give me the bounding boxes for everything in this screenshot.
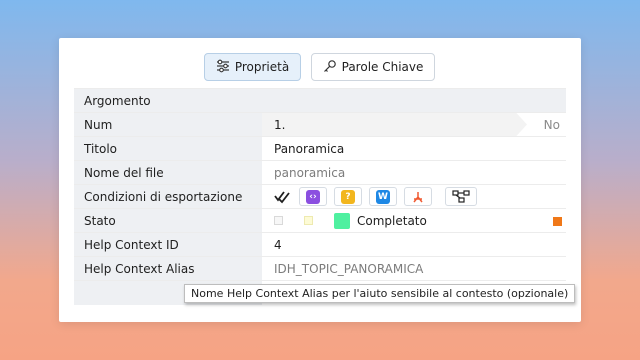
tab-keywords[interactable]: Parole Chiave: [311, 53, 435, 81]
context-alias-value[interactable]: IDH_TOPIC_PANORAMICA: [262, 257, 566, 280]
diagram-icon: [452, 190, 470, 203]
row-stato-label: Stato: [74, 209, 262, 232]
num-value: 1.: [274, 117, 286, 132]
row-export-label: Condizioni di esportazione: [74, 185, 262, 208]
check-all-icon[interactable]: [274, 190, 292, 204]
row-num-label: Num: [74, 113, 262, 136]
row-file-label: Nome del file: [74, 161, 262, 184]
export-word-button[interactable]: W: [369, 187, 397, 206]
stato-marker: [553, 217, 562, 226]
export-pdf-button[interactable]: [404, 187, 432, 206]
row-num-value[interactable]: 1. No: [262, 113, 566, 136]
properties-panel: Proprietà Parole Chiave Argomento Num 1.: [59, 38, 581, 322]
context-alias-tooltip: Nome Help Context Alias per l'aiuto sens…: [184, 284, 576, 303]
tab-properties-label: Proprietà: [234, 60, 290, 74]
html-code-icon: ‹›: [306, 189, 320, 204]
row-context-id-label: Help Context ID: [74, 233, 262, 256]
tab-bar: Proprietà Parole Chiave: [59, 53, 581, 83]
sliders-icon: [216, 59, 230, 76]
context-id-value[interactable]: 4: [262, 233, 566, 256]
tab-keywords-label: Parole Chiave: [341, 60, 424, 74]
tab-properties[interactable]: Proprietà: [204, 53, 301, 81]
property-grid: Argomento Num 1. No Titolo Panoramica No…: [74, 88, 566, 305]
num-suffix: No: [543, 118, 560, 132]
group-header-label: Argomento: [74, 89, 262, 112]
export-help-button[interactable]: ?: [334, 187, 362, 206]
word-icon: W: [376, 189, 390, 204]
row-titolo-label: Titolo: [74, 137, 262, 160]
stato-color-swatch: [334, 212, 350, 229]
num-bar: [262, 113, 527, 136]
row-export[interactable]: Condizioni di esportazione ‹› ? W: [74, 185, 566, 209]
row-titolo[interactable]: Titolo Panoramica: [74, 137, 566, 161]
export-icons: ‹› ? W: [274, 187, 477, 206]
stato-text: Completato: [357, 213, 427, 228]
row-context-id[interactable]: Help Context ID 4: [74, 233, 566, 257]
row-stato[interactable]: Stato Completato: [74, 209, 566, 233]
row-file[interactable]: Nome del file panoramica: [74, 161, 566, 185]
group-header: Argomento: [74, 89, 566, 113]
row-context-alias-label: Help Context Alias: [74, 257, 262, 280]
row-num[interactable]: Num 1. No: [74, 113, 566, 137]
stato-value[interactable]: Completato: [262, 209, 566, 232]
titolo-value[interactable]: Panoramica: [262, 137, 566, 160]
file-value[interactable]: panoramica: [262, 161, 566, 184]
export-html-button[interactable]: ‹›: [299, 187, 327, 206]
help-icon: ?: [341, 189, 355, 204]
stato-checkbox[interactable]: [274, 216, 283, 225]
key-icon: [323, 59, 337, 76]
export-diagram-button[interactable]: [445, 187, 477, 206]
stato-yellow-square: [304, 216, 313, 225]
pdf-icon: [412, 191, 424, 203]
row-context-alias[interactable]: Help Context Alias IDH_TOPIC_PANORAMICA: [74, 257, 566, 281]
